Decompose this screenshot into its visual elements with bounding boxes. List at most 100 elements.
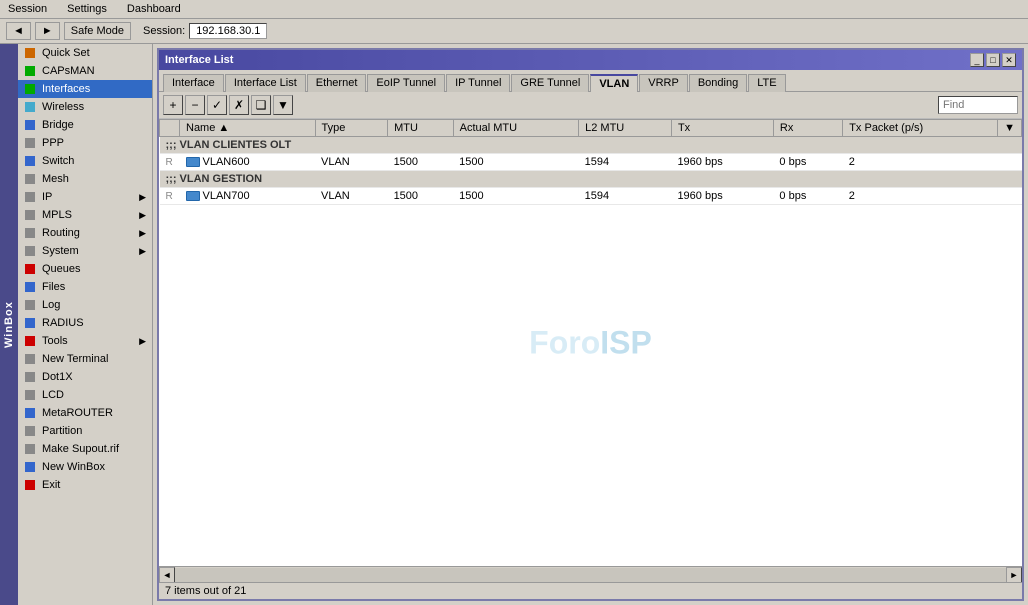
safemode-button[interactable]: Safe Mode <box>64 22 131 40</box>
sidebar-item-radius[interactable]: RADIUS <box>18 314 152 332</box>
col-type[interactable]: Type <box>315 120 388 137</box>
tab-vrrp[interactable]: VRRP <box>639 74 688 92</box>
horizontal-scrollbar: ◄ ► <box>159 566 1022 582</box>
tab-bonding[interactable]: Bonding <box>689 74 747 92</box>
mpls-arrow-icon: ▶ <box>139 210 146 221</box>
remove-button[interactable]: − <box>185 95 205 115</box>
row-name: VLAN600 <box>180 154 316 171</box>
tab-interface-list[interactable]: Interface List <box>225 74 306 92</box>
col-name[interactable]: Name ▲ <box>180 120 316 137</box>
sidebar-item-label: Dot1X <box>42 371 73 383</box>
capsman-icon <box>24 64 38 78</box>
sidebar-item-label: Mesh <box>42 173 69 185</box>
sidebar-item-tools[interactable]: Tools ▶ <box>18 332 152 350</box>
sidebar-item-quick-set[interactable]: Quick Set <box>18 44 152 62</box>
row-type: VLAN <box>315 188 388 205</box>
tab-ip-tunnel[interactable]: IP Tunnel <box>446 74 510 92</box>
menu-session[interactable]: Session <box>4 2 51 16</box>
sidebar-item-bridge[interactable]: Bridge <box>18 116 152 134</box>
row-l2-mtu: 1594 <box>579 154 672 171</box>
sidebar-item-wireless[interactable]: Wireless <box>18 98 152 116</box>
col-l2-mtu[interactable]: L2 MTU <box>579 120 672 137</box>
col-mtu[interactable]: MTU <box>388 120 454 137</box>
col-flag[interactable] <box>160 120 180 137</box>
col-tx[interactable]: Tx <box>671 120 773 137</box>
close-button[interactable]: ✕ <box>1002 53 1016 67</box>
dot1x-icon <box>24 370 38 384</box>
sidebar-item-log[interactable]: Log <box>18 296 152 314</box>
tab-lte[interactable]: LTE <box>748 74 785 92</box>
sidebar-item-mesh[interactable]: Mesh <box>18 170 152 188</box>
row-actual-mtu: 1500 <box>453 188 578 205</box>
tab-gre-tunnel[interactable]: GRE Tunnel <box>511 74 589 92</box>
tab-ethernet[interactable]: Ethernet <box>307 74 367 92</box>
sidebar-item-make-supout[interactable]: Make Supout.rif <box>18 440 152 458</box>
action-bar: + − ✓ ✗ ❑ ▼ <box>159 92 1022 119</box>
tab-eoip-tunnel[interactable]: EoIP Tunnel <box>367 74 445 92</box>
add-button[interactable]: + <box>163 95 183 115</box>
make-supout-icon <box>24 442 38 456</box>
sidebar-item-new-winbox[interactable]: New WinBox <box>18 458 152 476</box>
sidebar-item-new-terminal[interactable]: New Terminal <box>18 350 152 368</box>
session-value: 192.168.30.1 <box>189 23 267 39</box>
mesh-icon <box>24 172 38 186</box>
sidebar-item-system[interactable]: System ▶ <box>18 242 152 260</box>
sidebar-item-ppp[interactable]: PPP <box>18 134 152 152</box>
tab-vlan[interactable]: VLAN <box>590 74 638 92</box>
row-rx: 0 bps <box>773 188 842 205</box>
sidebar-item-files[interactable]: Files <box>18 278 152 296</box>
system-icon <box>24 244 38 258</box>
row-flag: R <box>160 188 180 205</box>
sidebar-item-capsman[interactable]: CAPsMAN <box>18 62 152 80</box>
sidebar-item-interfaces[interactable]: Interfaces <box>18 80 152 98</box>
find-input[interactable] <box>938 96 1018 114</box>
row-tx: 1960 bps <box>671 154 773 171</box>
sidebar-item-metarouter[interactable]: MetaROUTER <box>18 404 152 422</box>
sidebar-item-label: PPP <box>42 137 64 149</box>
exit-icon <box>24 478 38 492</box>
col-extra[interactable]: ▼ <box>998 120 1022 137</box>
sidebar-item-label: New WinBox <box>42 461 105 473</box>
sidebar-item-exit[interactable]: Exit <box>18 476 152 494</box>
ip-icon <box>24 190 38 204</box>
table-row[interactable]: R VLAN700 VLAN 1500 1500 1594 1960 bps 0… <box>160 188 1022 205</box>
scroll-right-button[interactable]: ► <box>1006 567 1022 583</box>
sidebar-item-switch[interactable]: Switch <box>18 152 152 170</box>
sidebar-item-partition[interactable]: Partition <box>18 422 152 440</box>
sidebar-item-dot1x[interactable]: Dot1X <box>18 368 152 386</box>
vlan-table-container: ForoISP Name ▲ Type MTU Actual MTU L2 MT… <box>159 119 1022 566</box>
sidebar-item-queues[interactable]: Queues <box>18 260 152 278</box>
tab-interface[interactable]: Interface <box>163 74 224 92</box>
sidebar-item-routing[interactable]: Routing ▶ <box>18 224 152 242</box>
sidebar-item-mpls[interactable]: MPLS ▶ <box>18 206 152 224</box>
sidebar-item-label: MetaROUTER <box>42 407 113 419</box>
enable-button[interactable]: ✓ <box>207 95 227 115</box>
minimize-button[interactable]: _ <box>970 53 984 67</box>
menu-dashboard[interactable]: Dashboard <box>123 2 185 16</box>
row-l2-mtu: 1594 <box>579 188 672 205</box>
interface-list-window: Interface List _ □ ✕ Interface Interface… <box>157 48 1024 601</box>
scroll-track[interactable] <box>175 568 1006 582</box>
interfaces-icon <box>24 82 38 96</box>
forward-button[interactable]: ► <box>35 22 60 40</box>
sidebar-item-lcd[interactable]: LCD <box>18 386 152 404</box>
col-rx[interactable]: Rx <box>773 120 842 137</box>
col-tx-packet[interactable]: Tx Packet (p/s) <box>843 120 998 137</box>
row-rx: 0 bps <box>773 154 842 171</box>
disable-button[interactable]: ✗ <box>229 95 249 115</box>
sidebar-item-label: LCD <box>42 389 64 401</box>
row-flag: R <box>160 154 180 171</box>
scroll-left-button[interactable]: ◄ <box>159 567 175 583</box>
back-button[interactable]: ◄ <box>6 22 31 40</box>
filter-button[interactable]: ▼ <box>273 95 293 115</box>
status-text: 7 items out of 21 <box>165 585 246 597</box>
section-header-gestion: ;;; VLAN GESTION <box>160 171 1022 188</box>
table-row[interactable]: R VLAN600 VLAN 1500 1500 1594 1960 bps 0… <box>160 154 1022 171</box>
menu-settings[interactable]: Settings <box>63 2 111 16</box>
restore-button[interactable]: □ <box>986 53 1000 67</box>
sidebar-item-ip[interactable]: IP ▶ <box>18 188 152 206</box>
copy-button[interactable]: ❑ <box>251 95 271 115</box>
routing-icon <box>24 226 38 240</box>
tab-bar: Interface Interface List Ethernet EoIP T… <box>159 70 1022 92</box>
col-actual-mtu[interactable]: Actual MTU <box>453 120 578 137</box>
